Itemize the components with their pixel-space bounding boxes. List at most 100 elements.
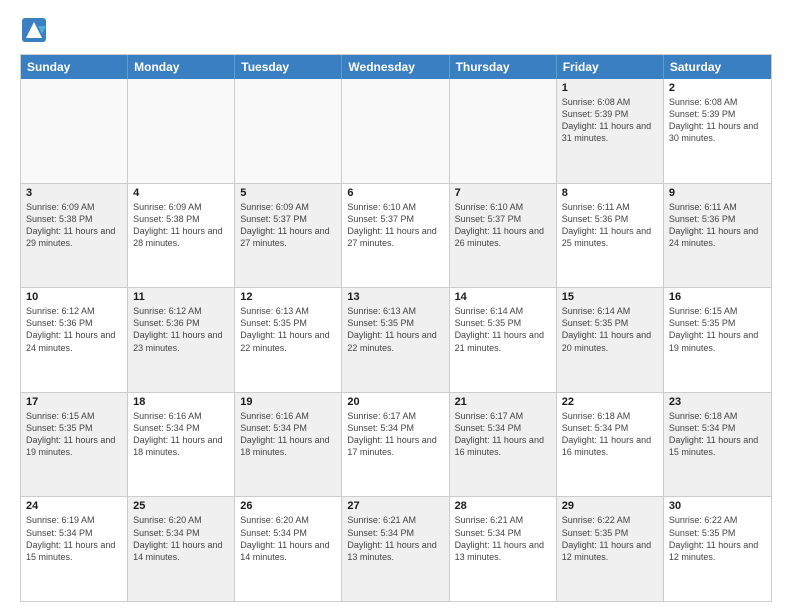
day-cell-27: 27 Sunrise: 6:21 AM Sunset: 5:34 PM Dayli… [342,497,449,601]
day-cell-26: 26Sunrise: 6:20 AM Sunset: 5:34 PM Dayli… [235,497,342,601]
day-info: Sunrise: 6:15 AM Sunset: 5:35 PM Dayligh… [669,305,766,354]
calendar-row-3: 10 Sunrise: 6:12 AM Sunset: 5:36 PM Dayli… [21,288,771,393]
weekday-header-thursday: Thursday [450,55,557,79]
day-cell-2: 2 Sunrise: 6:08 AM Sunset: 5:39 PM Daylig… [664,79,771,183]
weekday-header-sunday: Sunday [21,55,128,79]
logo-icon [20,16,48,44]
day-info: Sunrise: 6:09 AM Sunset: 5:37 PM Dayligh… [240,201,336,250]
day-cell-8: 8 Sunrise: 6:11 AM Sunset: 5:36 PM Daylig… [557,184,664,288]
day-number: 16 [669,291,766,303]
day-number: 23 [669,396,766,408]
weekday-header-monday: Monday [128,55,235,79]
day-cell-6: 6 Sunrise: 6:10 AM Sunset: 5:37 PM Daylig… [342,184,449,288]
day-info: Sunrise: 6:22 AM Sunset: 5:35 PM Dayligh… [669,514,766,563]
empty-cell-0-1 [128,79,235,183]
day-cell-1: 1 Sunrise: 6:08 AM Sunset: 5:39 PM Daylig… [557,79,664,183]
empty-cell-0-2 [235,79,342,183]
day-info: Sunrise: 6:20 AM Sunset: 5:34 PM Dayligh… [133,514,229,563]
day-info: Sunrise: 6:15 AM Sunset: 5:35 PM Dayligh… [26,410,122,459]
day-info: Sunrise: 6:16 AM Sunset: 5:34 PM Dayligh… [240,410,336,459]
day-cell-19: 19 Sunrise: 6:16 AM Sunset: 5:34 PM Dayli… [235,393,342,497]
day-number: 20 [347,396,443,408]
day-info: Sunrise: 6:12 AM Sunset: 5:36 PM Dayligh… [133,305,229,354]
weekday-header-saturday: Saturday [664,55,771,79]
day-cell-28: 28 Sunrise: 6:21 AM Sunset: 5:34 PM Dayli… [450,497,557,601]
day-cell-5: 5 Sunrise: 6:09 AM Sunset: 5:37 PM Daylig… [235,184,342,288]
day-info: Sunrise: 6:17 AM Sunset: 5:34 PM Dayligh… [455,410,551,459]
day-cell-22: 22 Sunrise: 6:18 AM Sunset: 5:34 PM Dayli… [557,393,664,497]
day-cell-10: 10 Sunrise: 6:12 AM Sunset: 5:36 PM Dayli… [21,288,128,392]
day-number: 3 [26,187,122,199]
day-number: 11 [133,291,229,303]
weekday-header-tuesday: Tuesday [235,55,342,79]
header [20,16,772,44]
day-cell-13: 13 Sunrise: 6:13 AM Sunset: 5:35 PM Dayli… [342,288,449,392]
day-info: Sunrise: 6:18 AM Sunset: 5:34 PM Dayligh… [669,410,766,459]
calendar: SundayMondayTuesdayWednesdayThursdayFrid… [20,54,772,602]
day-info: Sunrise: 6:11 AM Sunset: 5:36 PM Dayligh… [562,201,658,250]
day-number: 10 [26,291,122,303]
day-number: 22 [562,396,658,408]
day-cell-7: 7 Sunrise: 6:10 AM Sunset: 5:37 PM Daylig… [450,184,557,288]
day-number: 2 [669,82,766,94]
calendar-header: SundayMondayTuesdayWednesdayThursdayFrid… [21,55,771,79]
day-number: 27 [347,500,443,512]
day-number: 8 [562,187,658,199]
day-info: Sunrise: 6:09 AM Sunset: 5:38 PM Dayligh… [26,201,122,250]
day-cell-14: 14 Sunrise: 6:14 AM Sunset: 5:35 PM Dayli… [450,288,557,392]
day-number: 14 [455,291,551,303]
day-cell-17: 17Sunrise: 6:15 AM Sunset: 5:35 PM Dayli… [21,393,128,497]
day-number: 25 [133,500,229,512]
day-number: 5 [240,187,336,199]
day-info: Sunrise: 6:12 AM Sunset: 5:36 PM Dayligh… [26,305,122,354]
day-info: Sunrise: 6:08 AM Sunset: 5:39 PM Dayligh… [669,96,766,145]
day-cell-3: 3 Sunrise: 6:09 AM Sunset: 5:38 PM Daylig… [21,184,128,288]
day-info: Sunrise: 6:20 AM Sunset: 5:34 PM Dayligh… [240,514,336,563]
day-info: Sunrise: 6:21 AM Sunset: 5:34 PM Dayligh… [347,514,443,563]
day-info: Sunrise: 6:10 AM Sunset: 5:37 PM Dayligh… [347,201,443,250]
calendar-row-5: 24 Sunrise: 6:19 AM Sunset: 5:34 PM Dayli… [21,497,771,601]
day-number: 15 [562,291,658,303]
day-info: Sunrise: 6:14 AM Sunset: 5:35 PM Dayligh… [455,305,551,354]
day-cell-16: 16 Sunrise: 6:15 AM Sunset: 5:35 PM Dayli… [664,288,771,392]
calendar-row-4: 17Sunrise: 6:15 AM Sunset: 5:35 PM Dayli… [21,393,771,498]
day-cell-15: 15 Sunrise: 6:14 AM Sunset: 5:35 PM Dayli… [557,288,664,392]
day-number: 29 [562,500,658,512]
day-number: 1 [562,82,658,94]
day-number: 6 [347,187,443,199]
day-info: Sunrise: 6:08 AM Sunset: 5:39 PM Dayligh… [562,96,658,145]
day-info: Sunrise: 6:13 AM Sunset: 5:35 PM Dayligh… [347,305,443,354]
day-cell-12: 12 Sunrise: 6:13 AM Sunset: 5:35 PM Dayli… [235,288,342,392]
day-info: Sunrise: 6:21 AM Sunset: 5:34 PM Dayligh… [455,514,551,563]
day-number: 19 [240,396,336,408]
day-number: 7 [455,187,551,199]
empty-cell-0-4 [450,79,557,183]
day-number: 24 [26,500,122,512]
day-cell-23: 23 Sunrise: 6:18 AM Sunset: 5:34 PM Dayli… [664,393,771,497]
day-number: 18 [133,396,229,408]
day-info: Sunrise: 6:11 AM Sunset: 5:36 PM Dayligh… [669,201,766,250]
day-cell-25: 25 Sunrise: 6:20 AM Sunset: 5:34 PM Dayli… [128,497,235,601]
day-number: 28 [455,500,551,512]
day-info: Sunrise: 6:18 AM Sunset: 5:34 PM Dayligh… [562,410,658,459]
empty-cell-0-0 [21,79,128,183]
page: SundayMondayTuesdayWednesdayThursdayFrid… [0,0,792,612]
weekday-header-wednesday: Wednesday [342,55,449,79]
day-number: 13 [347,291,443,303]
day-number: 9 [669,187,766,199]
day-number: 12 [240,291,336,303]
day-info: Sunrise: 6:22 AM Sunset: 5:35 PM Dayligh… [562,514,658,563]
day-number: 30 [669,500,766,512]
day-info: Sunrise: 6:17 AM Sunset: 5:34 PM Dayligh… [347,410,443,459]
day-info: Sunrise: 6:14 AM Sunset: 5:35 PM Dayligh… [562,305,658,354]
day-cell-24: 24 Sunrise: 6:19 AM Sunset: 5:34 PM Dayli… [21,497,128,601]
day-cell-20: 20 Sunrise: 6:17 AM Sunset: 5:34 PM Dayli… [342,393,449,497]
day-info: Sunrise: 6:19 AM Sunset: 5:34 PM Dayligh… [26,514,122,563]
day-info: Sunrise: 6:13 AM Sunset: 5:35 PM Dayligh… [240,305,336,354]
calendar-body: 1 Sunrise: 6:08 AM Sunset: 5:39 PM Daylig… [21,79,771,601]
weekday-header-friday: Friday [557,55,664,79]
calendar-row-2: 3 Sunrise: 6:09 AM Sunset: 5:38 PM Daylig… [21,184,771,289]
day-info: Sunrise: 6:10 AM Sunset: 5:37 PM Dayligh… [455,201,551,250]
day-cell-21: 21Sunrise: 6:17 AM Sunset: 5:34 PM Dayli… [450,393,557,497]
day-cell-4: 4Sunrise: 6:09 AM Sunset: 5:38 PM Daylig… [128,184,235,288]
